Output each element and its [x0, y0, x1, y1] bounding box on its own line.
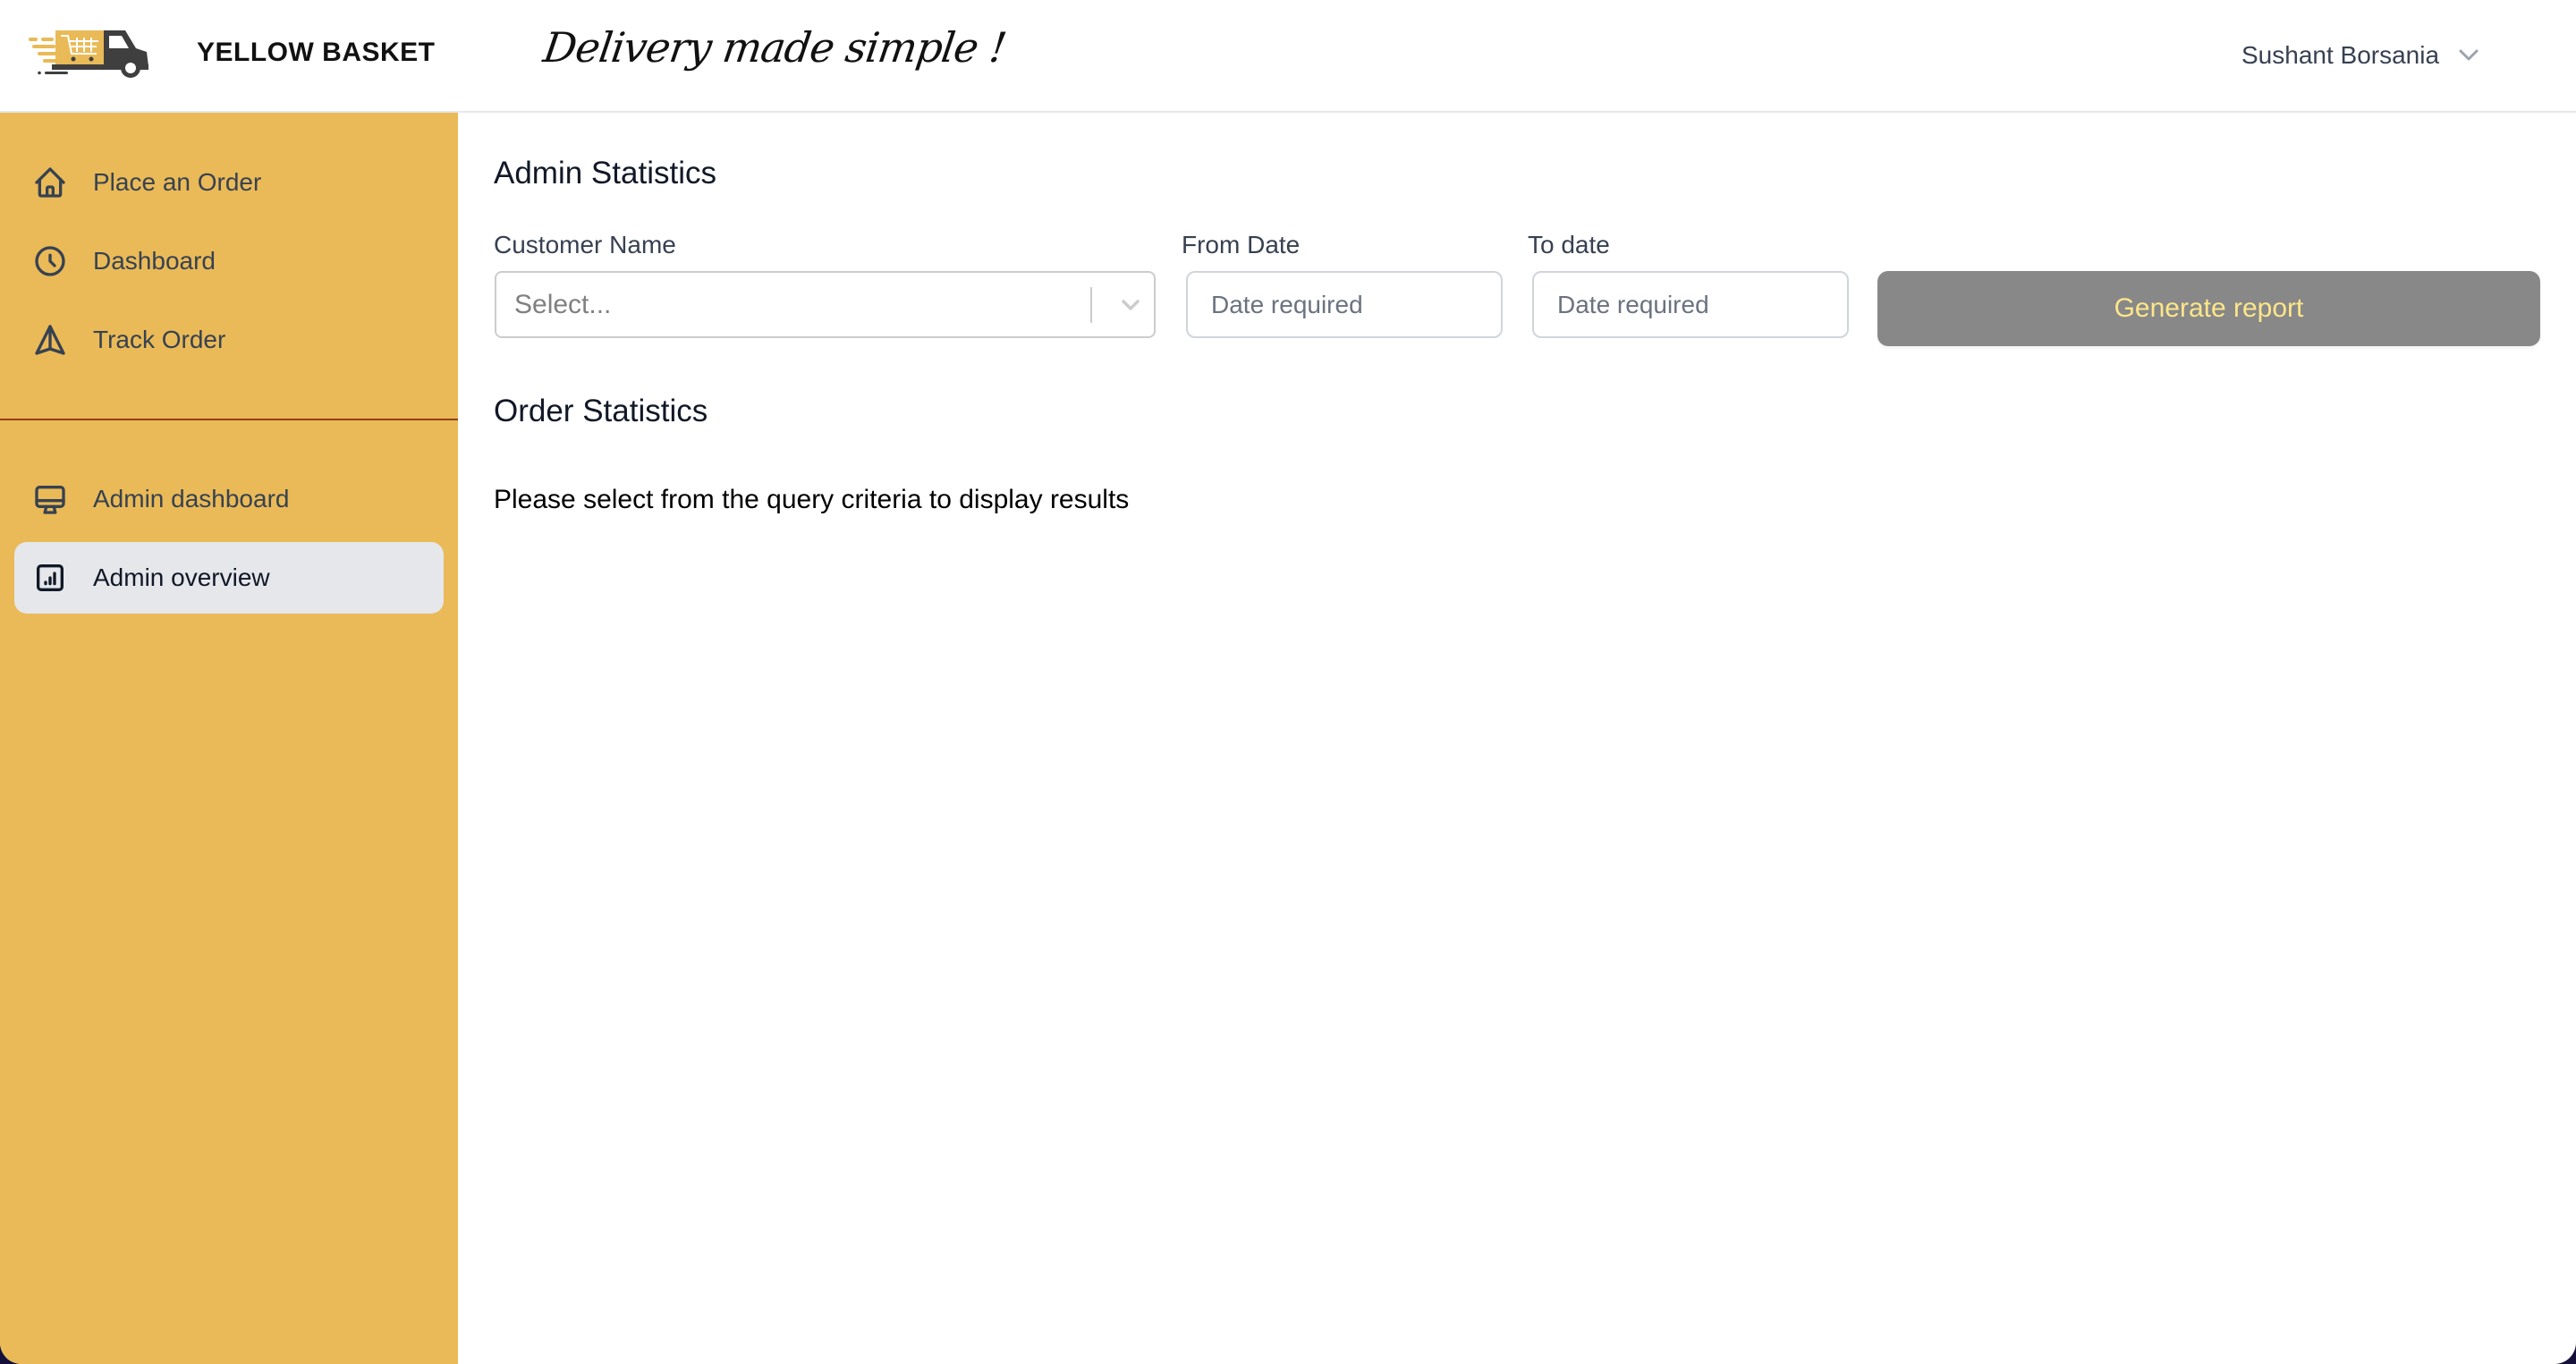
top-header: YELLOW BASKET Delivery made simple ! Sus… [0, 0, 2576, 113]
sidebar-item-label: Dashboard [93, 247, 216, 275]
sidebar-item-label: Place an Order [93, 168, 262, 196]
clock-icon [35, 246, 65, 276]
chevron-down-icon [2459, 49, 2479, 61]
user-menu-button[interactable]: Sushant Borsania [2241, 36, 2479, 75]
from-date-input[interactable] [1186, 271, 1503, 338]
sidebar-item-track-order[interactable]: Track Order [14, 304, 444, 376]
order-statistics-heading: Order Statistics [494, 394, 708, 428]
brand-name: YELLOW BASKET [197, 38, 436, 67]
chevron-down-icon[interactable] [1121, 296, 1140, 314]
user-name: Sushant Borsania [2241, 41, 2440, 69]
sidebar-item-admin-overview[interactable]: Admin overview [14, 542, 444, 614]
app-window: YELLOW BASKET Delivery made simple ! Sus… [0, 0, 2576, 1364]
desktop-computer-icon [35, 486, 65, 514]
customer-name-select[interactable]: Select... [495, 271, 1156, 338]
page-title: Admin Statistics [494, 156, 716, 191]
generate-report-button[interactable]: Generate report [1877, 271, 2540, 346]
home-icon [35, 167, 65, 198]
brand-tagline: Delivery made simple ! [540, 23, 1009, 72]
bar-chart-icon [37, 564, 64, 591]
sidebar-item-dashboard[interactable]: Dashboard [14, 225, 444, 297]
customer-select-placeholder: Select... [514, 290, 612, 319]
select-separator [1090, 287, 1092, 323]
to-date-input[interactable] [1532, 271, 1849, 338]
empty-results-message: Please select from the query criteria to… [494, 485, 1130, 514]
sidebar-item-label: Admin overview [93, 563, 270, 591]
delivery-truck-logo-icon[interactable] [25, 25, 152, 80]
main-content: Admin Statistics Customer Name Select...… [458, 113, 2576, 1364]
sidebar-item-place-order[interactable]: Place an Order [14, 147, 444, 218]
sidebar-item-label: Admin dashboard [93, 485, 290, 513]
sidebar-divider [0, 419, 458, 420]
sidebar-item-admin-dashboard[interactable]: Admin dashboard [14, 463, 444, 535]
sidebar: Place an Order Dashboard Track Order Adm [0, 113, 458, 1364]
navigation-arrow-icon [35, 325, 65, 355]
to-date-label: To date [1528, 231, 1610, 258]
sidebar-item-label: Track Order [93, 326, 226, 353]
from-date-label: From Date [1182, 231, 1301, 258]
customer-name-label: Customer Name [494, 231, 676, 258]
